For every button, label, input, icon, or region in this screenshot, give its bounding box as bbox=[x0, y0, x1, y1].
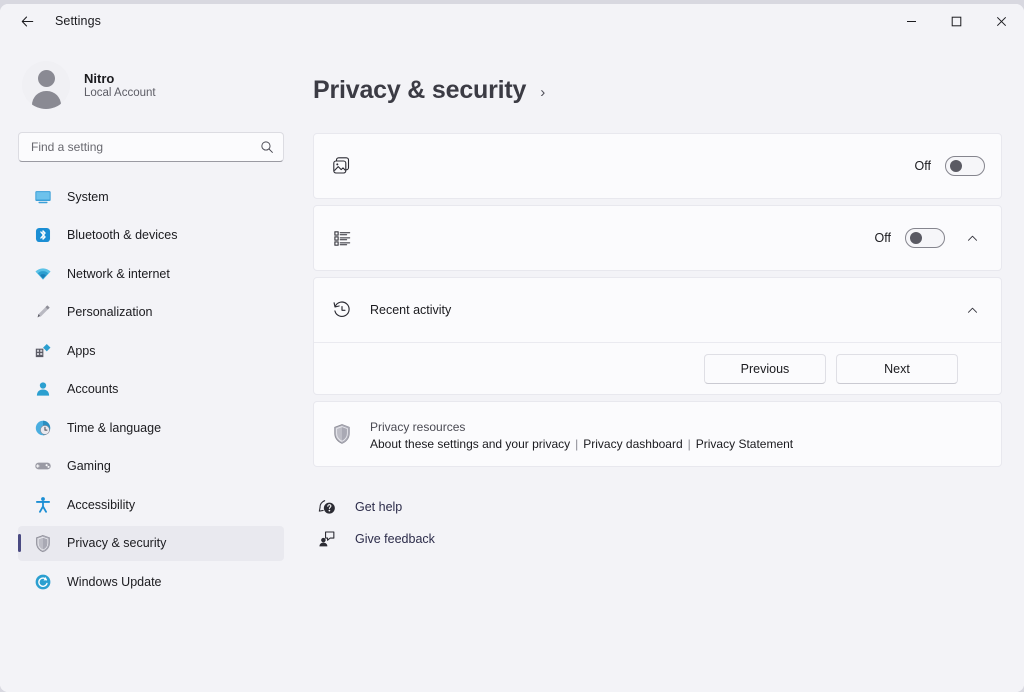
sidebar-item-label: Privacy & security bbox=[67, 536, 167, 550]
search-icon bbox=[261, 141, 273, 153]
sidebar-item-time-language[interactable]: Time & language bbox=[18, 410, 284, 445]
photos-setting-card: Off bbox=[313, 133, 1002, 199]
previous-button[interactable]: Previous bbox=[704, 353, 826, 384]
shield-icon bbox=[34, 534, 52, 552]
shield-icon bbox=[331, 423, 353, 445]
settings-window: Settings Nitro Local Account Find a sett… bbox=[0, 4, 1024, 692]
give-feedback-link[interactable]: Give feedback bbox=[317, 523, 447, 555]
privacy-resources-title: Privacy resources bbox=[370, 419, 466, 434]
sidebar-item-label: Gaming bbox=[67, 459, 111, 473]
maximize-button[interactable] bbox=[934, 4, 979, 38]
search-input[interactable] bbox=[31, 140, 260, 154]
recent-activity-row[interactable]: Recent activity bbox=[314, 278, 1001, 342]
update-refresh-icon bbox=[34, 573, 52, 591]
sidebar-item-apps[interactable]: Apps bbox=[18, 333, 284, 368]
paintbrush-icon bbox=[34, 303, 52, 321]
sidebar-item-privacy-security[interactable]: Privacy & security bbox=[18, 525, 284, 561]
recent-activity-text: Recent activity bbox=[370, 301, 942, 319]
back-button[interactable] bbox=[10, 6, 44, 36]
bulleted-list-icon bbox=[331, 227, 353, 249]
help-question-icon bbox=[317, 497, 337, 517]
photos-toggle-label: Off bbox=[914, 159, 931, 173]
main-content: Privacy & security › Off Off Recent acti… bbox=[300, 38, 1024, 692]
give-feedback-label: Give feedback bbox=[355, 532, 435, 546]
get-help-link[interactable]: Get help bbox=[317, 491, 414, 523]
privacy-resources-card: Privacy resources About these settings a… bbox=[313, 401, 1002, 467]
recent-activity-card: Recent activity Previous Next bbox=[313, 277, 1002, 395]
photos-image-icon bbox=[331, 155, 353, 177]
page-header: Privacy & security › bbox=[313, 76, 1002, 105]
photos-setting-row[interactable]: Off bbox=[314, 134, 1001, 198]
about-settings-privacy-link[interactable]: About these settings and your privacy bbox=[370, 437, 570, 451]
sidebar-item-gaming[interactable]: Gaming bbox=[18, 449, 284, 484]
recent-activity-expander-button[interactable] bbox=[959, 297, 985, 323]
clock-globe-icon bbox=[34, 419, 52, 437]
sidebar-item-label: Accounts bbox=[67, 382, 119, 396]
apps-icon bbox=[34, 342, 52, 360]
get-help-label: Get help bbox=[355, 500, 403, 514]
accessibility-icon bbox=[34, 496, 52, 514]
chevron-up-icon bbox=[967, 235, 977, 241]
bluetooth-icon bbox=[34, 226, 52, 244]
profile-card[interactable]: Nitro Local Account bbox=[18, 56, 284, 114]
profile-name: Nitro bbox=[84, 71, 115, 86]
privacy-statement-link[interactable]: Privacy Statement bbox=[696, 437, 793, 451]
history-clock-icon bbox=[331, 299, 353, 321]
chevron-up-icon bbox=[967, 307, 977, 313]
link-separator: | bbox=[687, 436, 691, 451]
sidebar-item-accounts[interactable]: Accounts bbox=[18, 372, 284, 407]
sidebar-nav: System Bluetooth & devices Network & inter… bbox=[18, 179, 284, 599]
sidebar-item-network-internet[interactable]: Network & internet bbox=[18, 256, 284, 291]
recent-activity-title: Recent activity bbox=[370, 303, 452, 317]
privacy-resources-row: Privacy resources About these settings a… bbox=[314, 402, 1001, 466]
avatar bbox=[22, 61, 70, 109]
sidebar-item-label: Accessibility bbox=[67, 497, 136, 512]
sidebar-item-label: Apps bbox=[67, 343, 96, 358]
search-box[interactable] bbox=[18, 132, 284, 162]
back-arrow-icon bbox=[21, 15, 33, 27]
sidebar-item-label: Bluetooth & devices bbox=[67, 228, 178, 242]
network-wifi-icon bbox=[34, 265, 52, 283]
gamepad-icon bbox=[34, 457, 52, 475]
sidebar-item-bluetooth-devices[interactable]: Bluetooth & devices bbox=[18, 218, 284, 253]
sidebar-item-system[interactable]: System bbox=[18, 179, 284, 214]
sidebar-item-label: Windows Update bbox=[67, 574, 162, 589]
window-controls bbox=[889, 4, 1024, 38]
next-button[interactable]: Next bbox=[836, 353, 958, 384]
profile-account-type: Local Account bbox=[84, 87, 156, 99]
sidebar-item-label: Personalization bbox=[67, 305, 153, 319]
list-toggle[interactable] bbox=[905, 228, 945, 248]
support-links: Get help Give feedback bbox=[313, 491, 1002, 555]
list-card-expander-button[interactable] bbox=[959, 225, 985, 251]
privacy-resources-text: Privacy resources About these settings a… bbox=[370, 418, 985, 451]
privacy-dashboard-link[interactable]: Privacy dashboard bbox=[583, 437, 682, 451]
maximize-icon bbox=[951, 16, 962, 26]
sidebar-item-personalization[interactable]: Personalization bbox=[18, 295, 284, 330]
list-toggle-label: Off bbox=[874, 231, 891, 245]
minimize-button[interactable] bbox=[889, 4, 934, 38]
close-button[interactable] bbox=[979, 4, 1024, 38]
system-icon bbox=[34, 188, 52, 206]
sidebar-item-windows-update[interactable]: Windows Update bbox=[18, 564, 284, 599]
sidebar-item-label: Time & language bbox=[67, 420, 162, 435]
privacy-resources-links: About these settings and your privacy | … bbox=[370, 437, 985, 451]
accounts-icon bbox=[34, 380, 52, 398]
title-bar: Settings bbox=[0, 4, 1024, 38]
feedback-person-icon bbox=[317, 529, 337, 549]
photos-toggle[interactable] bbox=[945, 156, 985, 176]
sidebar-item-label: Network & internet bbox=[67, 266, 170, 281]
sidebar-item-label: System bbox=[67, 189, 109, 204]
app-title: Settings bbox=[55, 14, 101, 28]
window-body: Nitro Local Account System Bluetooth & de… bbox=[0, 38, 1024, 692]
recent-activity-pagination: Previous Next bbox=[314, 342, 1001, 394]
page-title: Privacy & security bbox=[313, 76, 527, 104]
link-separator: | bbox=[575, 436, 579, 451]
breadcrumb-chevron-icon: › bbox=[540, 83, 546, 101]
sidebar-item-accessibility[interactable]: Accessibility bbox=[18, 487, 284, 522]
sidebar: Nitro Local Account System Bluetooth & de… bbox=[0, 38, 300, 692]
close-icon bbox=[996, 16, 1007, 26]
minimize-icon bbox=[907, 20, 916, 22]
list-setting-card: Off bbox=[313, 205, 1002, 271]
list-setting-row[interactable]: Off bbox=[314, 206, 1001, 270]
